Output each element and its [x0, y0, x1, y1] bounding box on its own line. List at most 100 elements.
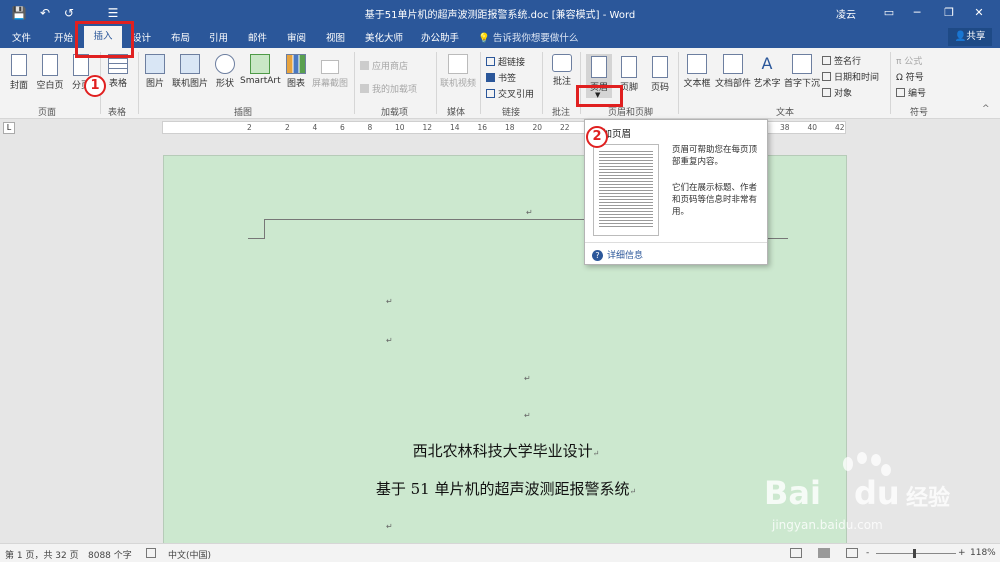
ruler-number: 40	[807, 123, 818, 132]
ribbon-display-icon[interactable]: ▭	[876, 3, 902, 23]
group-separator	[138, 52, 139, 114]
maximize-button[interactable]: ❐	[936, 3, 962, 23]
collapse-ribbon-icon[interactable]: ^	[982, 104, 990, 114]
comment-button[interactable]: 批注	[548, 54, 576, 87]
group-separator	[354, 52, 355, 114]
share-button[interactable]: 👤共享	[948, 28, 992, 46]
dropcap-button[interactable]: 首字下沉	[784, 54, 820, 89]
watermark-label: 经验	[906, 486, 951, 511]
picture-button[interactable]: 图片	[142, 54, 168, 89]
zoom-slider[interactable]	[876, 553, 956, 554]
wordart-button[interactable]: A 艺术字	[752, 54, 782, 89]
tell-me-search[interactable]: 💡 告诉我你想要做什么	[478, 30, 578, 44]
textbox-button[interactable]: 文本框	[682, 54, 712, 89]
hyperlink-button[interactable]: 超链接	[486, 55, 525, 68]
smartart-icon	[250, 54, 270, 74]
minimize-button[interactable]: ─	[904, 3, 930, 23]
proofing-icon[interactable]	[146, 548, 156, 558]
paragraph-mark: ↵	[386, 336, 393, 345]
cross-reference-label: 交叉引用	[498, 90, 535, 100]
cross-reference-button[interactable]: 交叉引用	[486, 87, 534, 100]
zoom-level[interactable]: 118%	[970, 548, 996, 558]
web-layout-icon[interactable]	[846, 548, 858, 558]
word-count[interactable]: 8088 个字	[88, 548, 132, 561]
tab-design[interactable]: 设计	[132, 30, 151, 44]
my-addins-button[interactable]: 我的加载项	[360, 82, 417, 95]
table-label: 表格	[108, 79, 127, 89]
group-separator	[678, 52, 679, 114]
group-label-pages: 页面	[38, 108, 57, 118]
object-button[interactable]: 对象	[822, 86, 852, 99]
tab-mailings[interactable]: 邮件	[248, 30, 267, 44]
read-mode-icon[interactable]	[790, 548, 802, 558]
signature-line-button[interactable]: 签名行	[822, 54, 861, 67]
header-icon	[591, 56, 607, 78]
group-label-links: 链接	[502, 108, 521, 118]
table-button[interactable]: 表格	[104, 54, 132, 89]
footer-icon	[621, 56, 637, 78]
equation-button[interactable]: π 公式	[896, 54, 922, 67]
app-store-label: 应用商店	[372, 62, 409, 72]
shapes-label: 形状	[215, 79, 234, 89]
dropdown-arrow-icon[interactable]: ▼	[595, 91, 600, 99]
tab-view[interactable]: 视图	[326, 30, 345, 44]
screenshot-button[interactable]: 屏幕截图	[310, 54, 350, 89]
tab-selector[interactable]: L	[3, 122, 15, 134]
list-icon[interactable]: ☰	[104, 4, 122, 22]
equation-label: 公式	[904, 57, 923, 67]
ruler-number: 12	[422, 123, 433, 132]
ruler-number: 16	[477, 123, 488, 132]
group-label-illustrations: 插图	[234, 108, 253, 118]
ruler-number: 10	[395, 123, 405, 132]
more-info-link[interactable]: ? 详细信息	[592, 248, 643, 261]
zoom-out-button[interactable]: -	[866, 548, 869, 558]
datetime-button[interactable]: 日期和时间	[822, 70, 879, 83]
tab-home[interactable]: 开始	[54, 30, 73, 44]
tab-file[interactable]: 文件	[12, 30, 31, 44]
omega-icon: Ω	[896, 73, 906, 83]
wordart-icon: A	[761, 54, 773, 73]
page-count[interactable]: 第 1 页，共 32 页	[5, 548, 79, 561]
shapes-button[interactable]: 形状	[212, 54, 238, 89]
link-icon	[486, 57, 495, 66]
zoom-slider-thumb[interactable]	[913, 549, 916, 558]
redo-icon[interactable]: ↺	[60, 4, 78, 22]
save-icon[interactable]: 💾	[10, 4, 28, 22]
bookmark-icon	[486, 73, 495, 82]
blank-page-button[interactable]: 空白页	[34, 54, 66, 91]
tab-office-assistant[interactable]: 办公助手	[421, 30, 459, 44]
picture-label: 图片	[145, 79, 164, 89]
group-separator	[436, 52, 437, 114]
language[interactable]: 中文(中国)	[168, 548, 211, 561]
close-button[interactable]: ✕	[966, 3, 992, 23]
print-layout-icon[interactable]	[818, 548, 830, 558]
cover-icon	[11, 54, 27, 76]
tab-layout[interactable]: 布局	[171, 30, 190, 44]
zoom-in-button[interactable]: +	[958, 548, 966, 558]
chart-button[interactable]: 图表	[284, 54, 308, 89]
page-number-button[interactable]: 页码	[646, 54, 674, 93]
object-label: 对象	[834, 89, 853, 99]
tab-beautify[interactable]: 美化大师	[365, 30, 403, 44]
cover-button[interactable]: 封面	[6, 54, 32, 91]
undo-icon[interactable]: ↶	[36, 4, 54, 22]
online-picture-button[interactable]: 联机图片	[170, 54, 210, 89]
share-label: 共享	[966, 31, 986, 42]
user-name[interactable]: 凌云	[836, 6, 856, 21]
symbol-button[interactable]: Ω 符号	[896, 70, 924, 83]
group-label-text: 文本	[776, 108, 795, 118]
app-store-button[interactable]: 应用商店	[360, 59, 408, 72]
bookmark-button[interactable]: 书签	[486, 71, 516, 84]
number-button[interactable]: 编号	[896, 86, 926, 99]
quick-parts-button[interactable]: 文档部件	[714, 54, 752, 89]
tell-me-text: 告诉我你想要做什么	[492, 33, 579, 44]
group-separator	[480, 52, 481, 114]
tab-references[interactable]: 引用	[209, 30, 228, 44]
smartart-label: SmartArt	[240, 76, 281, 86]
symbol-label: 符号	[905, 73, 924, 83]
ruler-number: 6	[340, 123, 345, 132]
tab-review[interactable]: 审阅	[287, 30, 306, 44]
dropcap-label: 首字下沉	[784, 79, 821, 89]
smartart-button[interactable]: SmartArt	[240, 54, 281, 86]
online-video-button[interactable]: 联机视频	[440, 54, 476, 89]
